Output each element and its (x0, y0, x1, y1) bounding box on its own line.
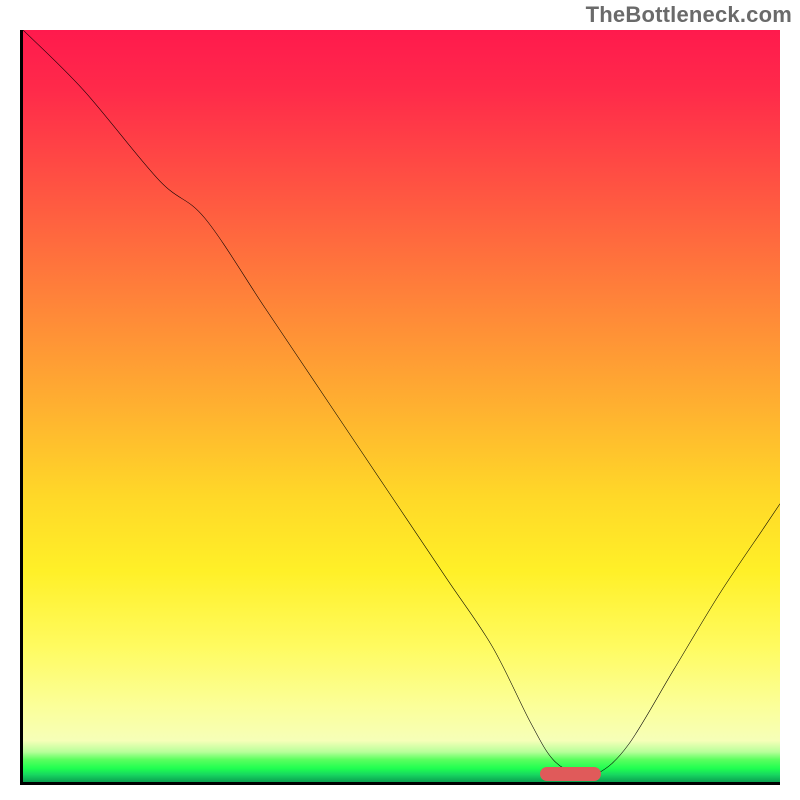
attribution-text: TheBottleneck.com (586, 2, 792, 28)
plot-area (20, 30, 780, 785)
minimum-marker (540, 767, 601, 781)
bottleneck-curve (23, 30, 780, 782)
